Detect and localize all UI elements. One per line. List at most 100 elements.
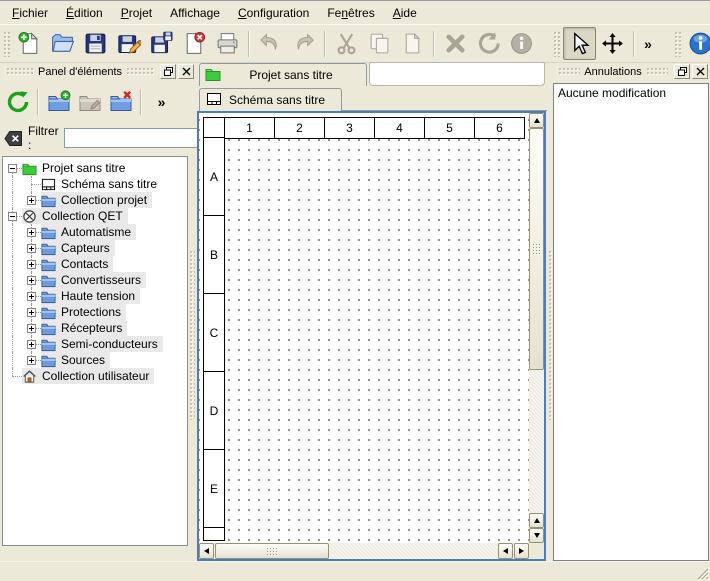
scroll-down-button[interactable] — [529, 528, 544, 543]
toolbar-handle[interactable] — [553, 31, 560, 57]
copy-button[interactable] — [363, 27, 396, 60]
expand-icon[interactable] — [27, 340, 36, 349]
tree-item-convertisseurs[interactable]: Convertisseurs — [3, 272, 187, 288]
rotate-button[interactable] — [472, 27, 505, 60]
new-document-button[interactable] — [13, 27, 46, 60]
toolbar-separator — [633, 31, 635, 57]
redo-button[interactable] — [287, 27, 320, 60]
tree-guide — [12, 368, 13, 376]
menu-fichier[interactable]: Fichier — [3, 2, 57, 24]
clear-filter-button[interactable] — [4, 128, 23, 148]
tree-item-sources[interactable]: Sources — [3, 352, 187, 368]
undo-history-item[interactable]: Aucune modification — [554, 84, 708, 102]
vertical-scrollbar-thumb[interactable] — [529, 128, 544, 370]
folder-green-icon — [22, 161, 37, 176]
tree-item-label-wrap: Protections — [41, 304, 126, 320]
info-blue-icon — [688, 31, 710, 56]
collapse-icon[interactable] — [8, 212, 17, 221]
thumb-grip — [532, 243, 541, 256]
tree-item-label: Convertisseurs — [59, 272, 143, 288]
tree-item-haute-tension[interactable]: Haute tension — [3, 288, 187, 304]
tree-item-label-wrap: Collection QET — [22, 208, 128, 224]
tree-item-schema-sans-titre[interactable]: Schéma sans titre — [3, 176, 187, 192]
tree-item-projet-sans-titre[interactable]: Projet sans titre — [3, 160, 187, 176]
expand-icon[interactable] — [27, 260, 36, 269]
about-button[interactable] — [684, 27, 710, 60]
cut-button[interactable] — [330, 27, 363, 60]
tab-projet-sans-titre[interactable]: Projet sans titre — [199, 63, 367, 86]
element-info-button[interactable] — [505, 27, 538, 60]
expand-icon[interactable] — [27, 324, 36, 333]
new-category-button[interactable] — [43, 87, 74, 118]
expand-icon[interactable] — [27, 356, 36, 365]
scroll-left-button[interactable] — [199, 543, 214, 559]
save-all-button[interactable] — [145, 27, 178, 60]
scroll-left-button-2[interactable] — [498, 543, 513, 559]
tree-item-automatisme[interactable]: Automatisme — [3, 224, 187, 240]
row-header-B: B — [203, 215, 225, 294]
menu-aide[interactable]: Aide — [384, 2, 426, 24]
tree-item-label-wrap: Collection projet — [41, 192, 152, 208]
menu-fenetres[interactable]: Fenêtres — [318, 2, 383, 24]
paste-button[interactable] — [396, 27, 429, 60]
scroll-up-button[interactable] — [529, 113, 544, 128]
toolbar-group: » — [673, 25, 710, 62]
left-splitter[interactable] — [189, 250, 195, 420]
collapse-icon[interactable] — [8, 164, 17, 173]
folder-blue-icon — [41, 225, 56, 240]
close-dock-button[interactable] — [178, 64, 194, 79]
tree-item-collection-utilisateur[interactable]: Collection utilisateur — [3, 368, 187, 384]
doc-new-icon — [17, 31, 42, 56]
info-gray-icon — [509, 31, 534, 56]
menu-affichage[interactable]: Affichage — [161, 2, 229, 24]
save-button[interactable] — [79, 27, 112, 60]
vertical-scrollbar[interactable] — [529, 113, 544, 543]
menu-configuration[interactable]: Configuration — [229, 2, 318, 24]
close-dock-button[interactable] — [692, 64, 708, 79]
undo-history-list[interactable]: Aucune modification — [553, 83, 709, 561]
tab-schema-sans-titre[interactable]: Schéma sans titre — [199, 88, 342, 111]
edit-category-button[interactable] — [74, 87, 105, 118]
delete-button[interactable] — [439, 27, 472, 60]
print-button[interactable] — [211, 27, 244, 60]
folder-new-icon — [47, 90, 71, 114]
scroll-right-button[interactable] — [514, 543, 529, 559]
horizontal-scrollbar-thumb[interactable] — [215, 543, 329, 559]
expand-icon[interactable] — [27, 276, 36, 285]
project-tabbar: Projet sans titre — [196, 62, 547, 86]
tree-item-semi-conducteurs[interactable]: Semi-conducteurs — [3, 336, 187, 352]
expand-icon[interactable] — [27, 244, 36, 253]
tree-item-collection-qet[interactable]: Collection QET — [3, 208, 187, 224]
horizontal-scrollbar[interactable] — [199, 543, 529, 559]
expand-icon[interactable] — [27, 196, 36, 205]
tree-item-contacts[interactable]: Contacts — [3, 256, 187, 272]
move-tool-button[interactable] — [596, 27, 629, 60]
schema-canvas[interactable]: 123456 ABCDE — [199, 113, 529, 543]
toolbar-handle[interactable] — [3, 31, 10, 57]
menu-projet[interactable]: Projet — [112, 2, 161, 24]
toolbar-handle[interactable] — [674, 31, 681, 57]
tree-item-protections[interactable]: Protections — [3, 304, 187, 320]
scroll-up-button-2[interactable] — [529, 513, 544, 528]
tree-item-recepteurs[interactable]: Récepteurs — [3, 320, 187, 336]
menu-edition[interactable]: Édition — [57, 2, 112, 24]
save-as-button[interactable] — [112, 27, 145, 60]
panel-overflow-button[interactable]: » — [146, 87, 177, 118]
tree-item-label-wrap: Schéma sans titre — [41, 176, 162, 192]
expand-icon[interactable] — [27, 292, 36, 301]
float-dock-button[interactable] — [160, 64, 176, 79]
reload-collections-button[interactable] — [2, 87, 33, 118]
expand-icon[interactable] — [27, 228, 36, 237]
resize-grip-icon[interactable] — [696, 567, 709, 580]
close-file-button[interactable] — [178, 27, 211, 60]
undo-button[interactable] — [254, 27, 287, 60]
float-dock-button[interactable] — [674, 64, 690, 79]
expand-icon[interactable] — [27, 308, 36, 317]
tree-item-collection-projet[interactable]: Collection projet — [3, 192, 187, 208]
delete-category-button[interactable] — [105, 87, 136, 118]
select-tool-button[interactable] — [563, 27, 596, 60]
tree-item-capteurs[interactable]: Capteurs — [3, 240, 187, 256]
open-document-button[interactable] — [46, 27, 79, 60]
tools-overflow-button[interactable]: » — [639, 27, 657, 60]
tree-item-label: Récepteurs — [59, 320, 124, 336]
